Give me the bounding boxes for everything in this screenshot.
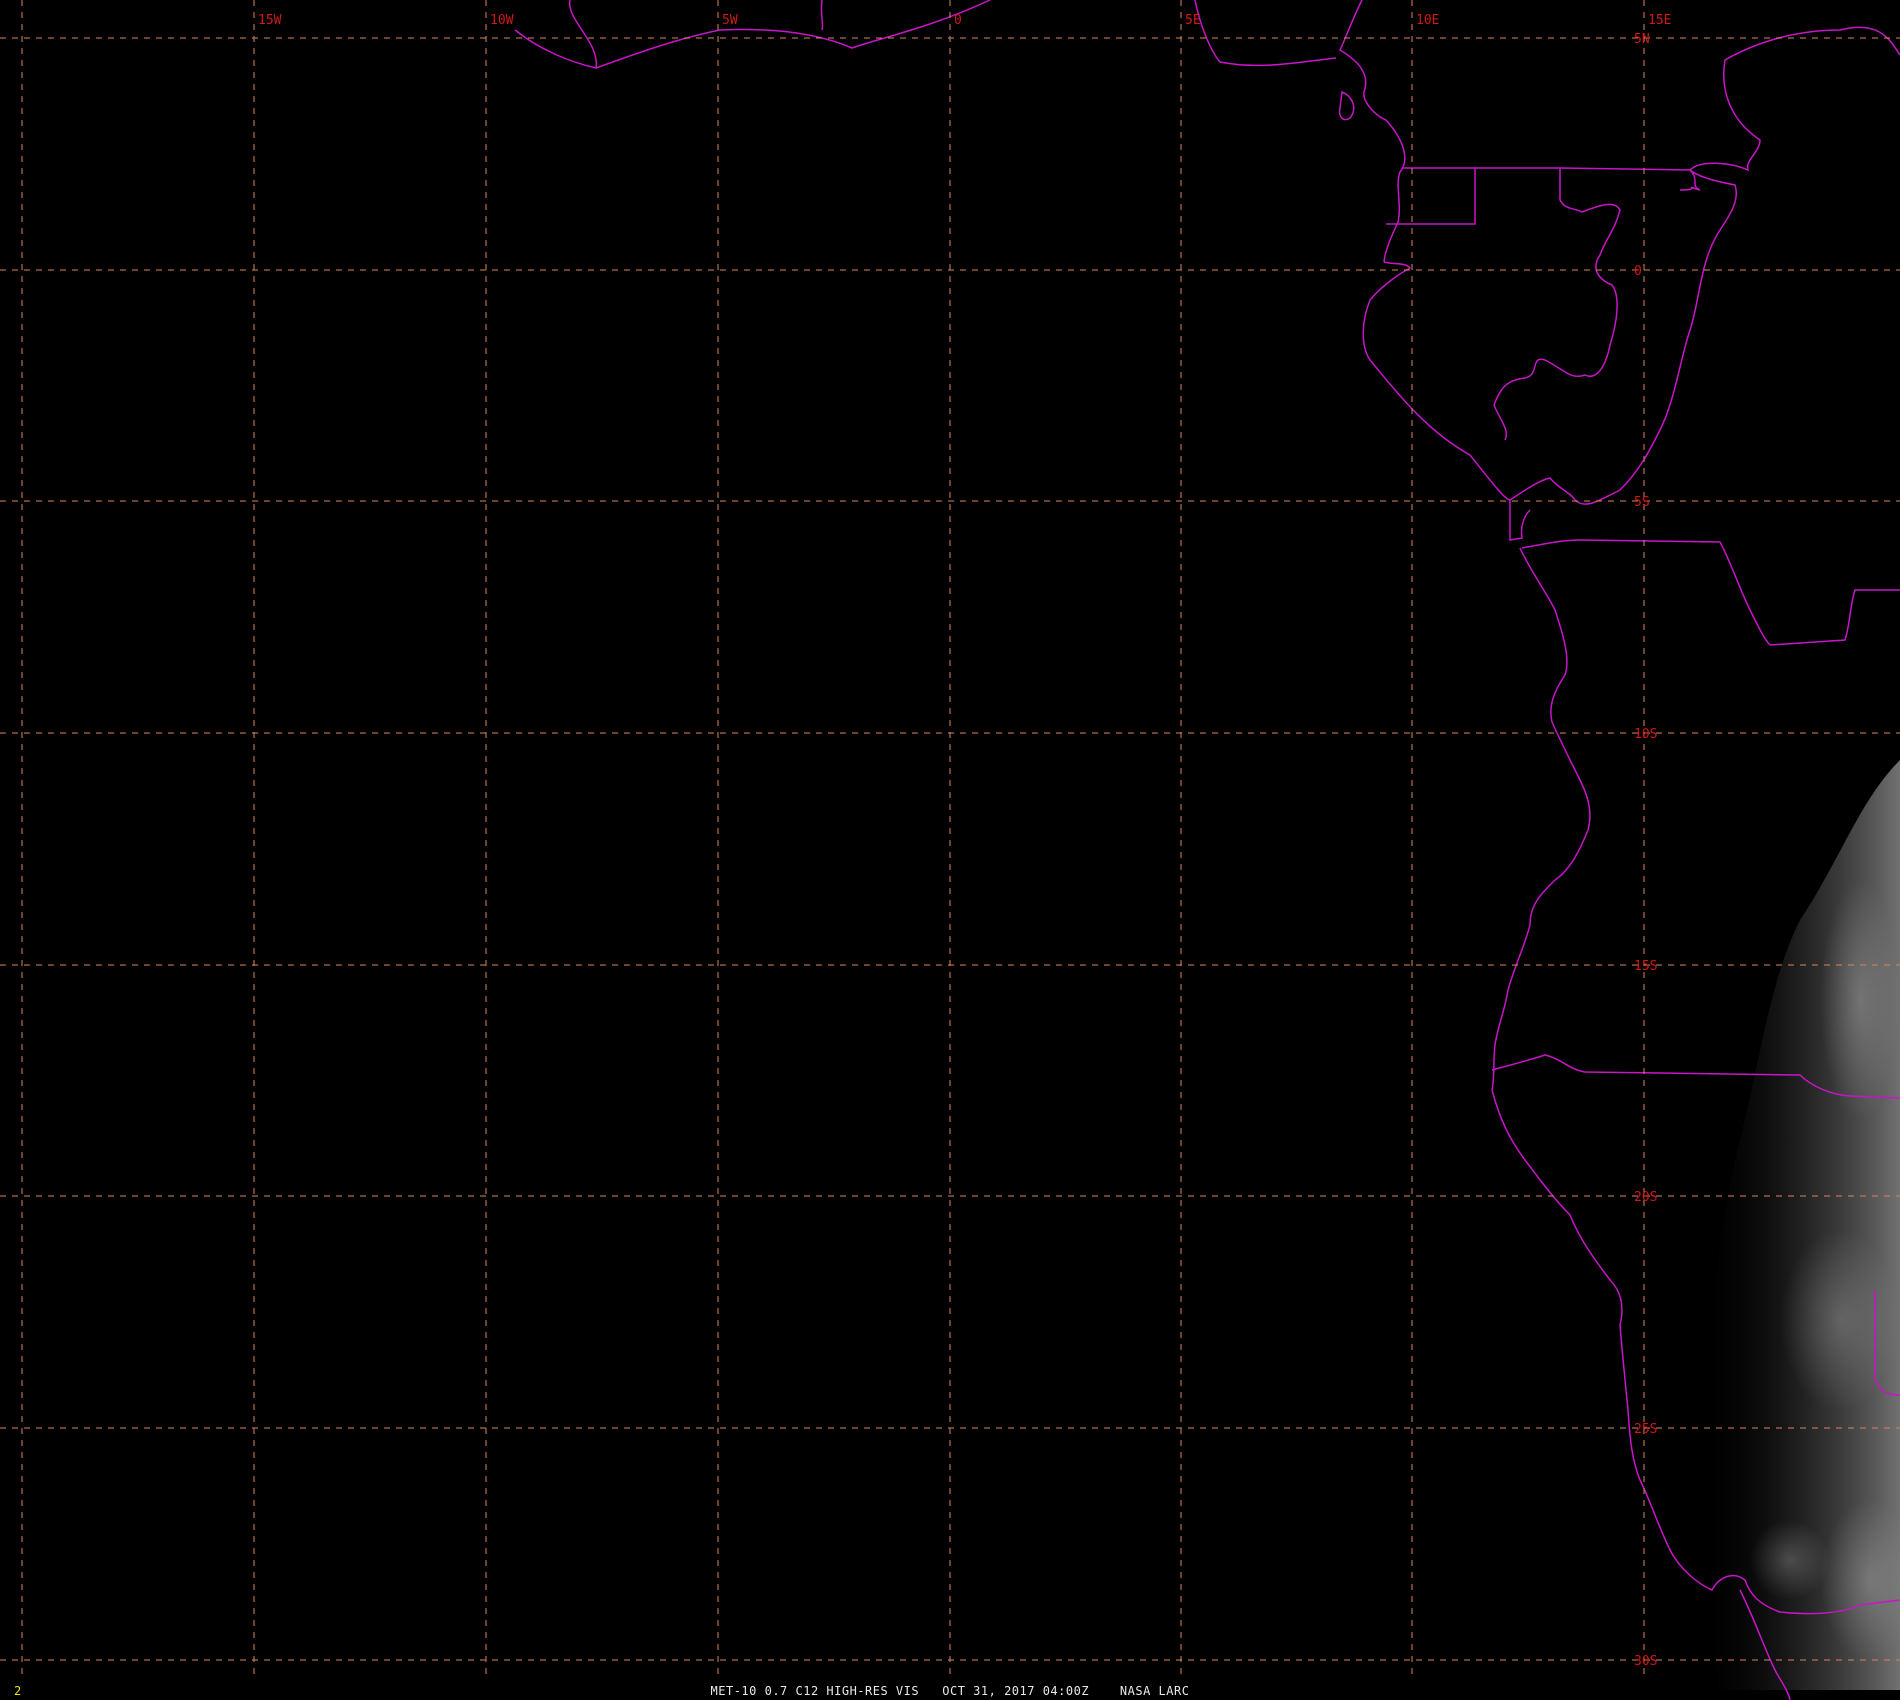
latitude-label: 5S [1634, 495, 1650, 510]
longitude-label: 15E [1648, 13, 1671, 28]
longitude-label: 10W [490, 13, 514, 28]
latitude-label: 20S [1634, 1190, 1657, 1205]
border-cameroon-congo [1559, 167, 1701, 191]
coastline-cameroon [1383, 119, 1406, 263]
latitude-label: 10S [1634, 727, 1657, 742]
border-togo-benin [820, 0, 824, 31]
latitude-label: 15S [1634, 959, 1657, 974]
longitude-label: 5E [1185, 13, 1201, 28]
image-caption: MET-10 0.7 C12 HIGH-RES VIS OCT 31, 2017… [710, 1684, 1190, 1698]
latitude-label: 25S [1634, 1422, 1657, 1437]
border-cameroon-gabon [1475, 167, 1561, 200]
bioko-island [1338, 90, 1355, 121]
cabinda [1509, 500, 1531, 541]
coastline-nigeria [1194, 0, 1337, 67]
coastline-west-africa [514, 0, 991, 69]
border-drc-angola [1521, 539, 1900, 646]
latitude-label: 0 [1634, 264, 1642, 279]
border-gabon-congo [1493, 199, 1621, 441]
coastline-congo [1509, 477, 1576, 501]
coastline-gabon [1362, 261, 1511, 501]
border-congo-drc [1689, 26, 1900, 172]
longitude-label: 0 [954, 13, 962, 28]
longitude-label: 15W [258, 13, 282, 28]
coastline-angola [1491, 547, 1591, 1091]
latitude-label: 5N [1634, 32, 1650, 47]
country-boundaries [514, 0, 1900, 1700]
border-drc-east [1574, 169, 1737, 505]
border-nigeria-cameroon [1339, 0, 1387, 121]
latitude-label: 30S [1634, 1654, 1657, 1669]
longitude-label: 10E [1416, 13, 1439, 28]
lat-lon-grid: 15W 10W 5W 0 5E 10E 15E 5N 0 5S 10S 15S 20S 25S 30S [0, 0, 1900, 1680]
satellite-map: 15W 10W 5W 0 5E 10E 15E 5N 0 5S 10S 15S 20S 25S 30S [0, 0, 1900, 1700]
longitude-label: 5W [722, 13, 738, 28]
border-ghana-togo [569, 0, 597, 69]
daylight-cloud-region [1696, 760, 1900, 1690]
